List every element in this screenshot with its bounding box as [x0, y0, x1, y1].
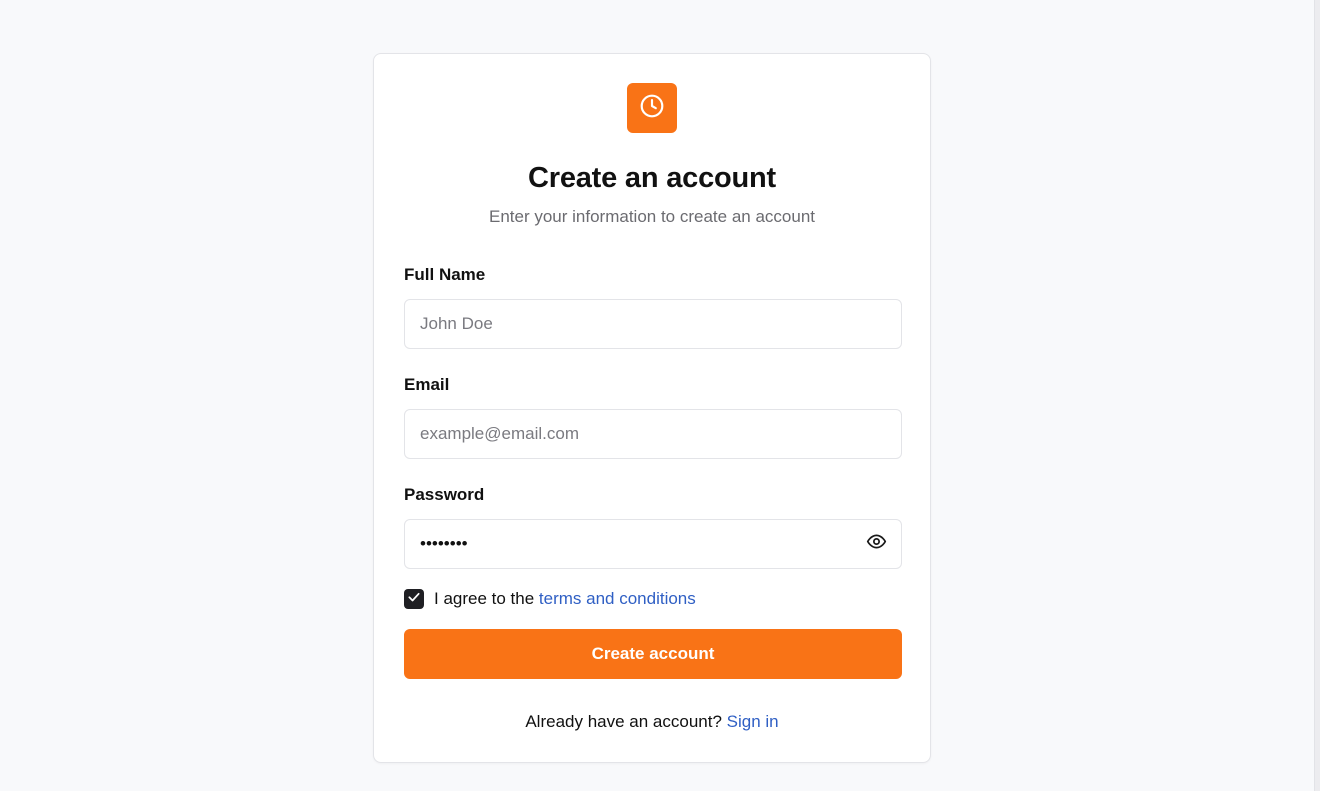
check-icon: [407, 590, 421, 609]
password-label: Password: [404, 485, 485, 504]
eye-icon: [866, 531, 887, 557]
page-title: Create an account: [527, 162, 776, 194]
password-input[interactable]: [404, 519, 902, 569]
terms-prefix: I agree to the: [434, 589, 539, 608]
terms-link[interactable]: terms and conditions: [539, 589, 696, 608]
full-name-input[interactable]: [404, 299, 902, 349]
logo: [627, 83, 677, 133]
terms-label: I agree to the terms and conditions: [434, 589, 696, 609]
clock-icon: [639, 93, 665, 124]
email-input[interactable]: [404, 409, 902, 459]
signup-card: Create an account Enter your information…: [373, 53, 931, 763]
page-subtitle: Enter your information to create an acco…: [488, 207, 815, 226]
signin-prompt: Already have an account? Sign in: [374, 712, 930, 732]
terms-checkbox[interactable]: [404, 589, 424, 609]
full-name-label: Full Name: [404, 265, 486, 284]
signin-prompt-text: Already have an account?: [525, 712, 727, 731]
terms-row: I agree to the terms and conditions: [404, 589, 696, 609]
password-toggle-button[interactable]: [864, 533, 888, 555]
scrollbar-track: [1314, 0, 1320, 791]
create-account-button[interactable]: Create account: [404, 629, 902, 679]
email-label: Email: [404, 375, 450, 394]
sign-in-link[interactable]: Sign in: [727, 712, 779, 731]
